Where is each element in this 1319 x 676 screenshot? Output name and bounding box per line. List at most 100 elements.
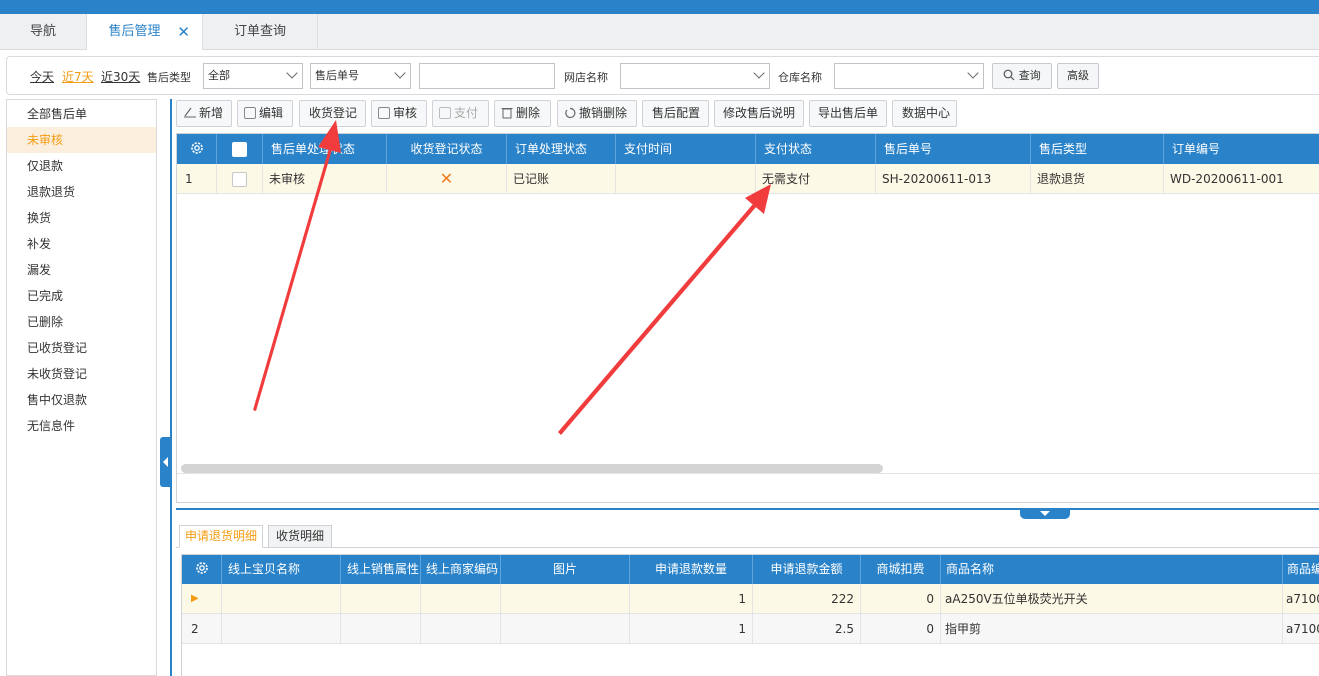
tab-return-detail[interactable]: 申请退货明细 — [179, 525, 263, 548]
shop-name-label: 网店名称 — [564, 71, 608, 84]
sidebar-item-not-received[interactable]: 未收货登记 — [7, 361, 156, 387]
pay-time-cell — [616, 164, 756, 194]
column-header[interactable]: 售后单处理状态 — [263, 134, 387, 164]
audit-button[interactable]: 审核 — [371, 100, 427, 127]
table-row[interactable]: 2 1 2.5 0 指甲剪 a7100 — [182, 614, 1319, 644]
image-cell — [501, 584, 630, 614]
edit-button[interactable]: 编辑 — [237, 100, 293, 127]
column-header[interactable]: 线上宝贝名称 — [222, 555, 341, 584]
sidebar-collapse-handle[interactable] — [160, 437, 171, 487]
filter-last30-link[interactable]: 近30天 — [101, 68, 140, 85]
row-index: 1 — [177, 164, 217, 194]
row-checkbox-cell[interactable] — [217, 164, 263, 194]
sidebar-item-unaudited[interactable]: 未审核 — [7, 127, 156, 153]
table-row[interactable]: 1 未审核 ✕ 已记账 无需支付 SH-20200611-013 退款退货 WD… — [177, 164, 1319, 194]
sidebar-item-all[interactable]: 全部售后单 — [7, 101, 156, 127]
column-header[interactable]: 商品编 — [1283, 555, 1319, 584]
settings-column[interactable] — [177, 134, 217, 164]
order-no-cell: WD-20200611-001 — [1164, 164, 1319, 194]
close-icon[interactable]: ✕ — [177, 14, 190, 50]
product-code-cell: a7100 — [1283, 584, 1319, 614]
gear-icon — [195, 562, 208, 574]
modify-note-button[interactable]: 修改售后说明 — [714, 100, 804, 127]
aftersale-type-select[interactable]: 全部 — [203, 63, 303, 89]
search-input[interactable] — [419, 63, 555, 89]
tab-receive-detail[interactable]: 收货明细 — [268, 525, 332, 548]
pay-status-cell: 无需支付 — [756, 164, 876, 194]
button-label: 编辑 — [259, 106, 284, 120]
page-tabs: 导航 售后管理 ✕ 订单查询 — [0, 14, 1319, 50]
tab-label: 售后管理 — [108, 24, 161, 39]
column-header[interactable]: 线上商家编码 — [421, 555, 501, 584]
row-checkbox[interactable] — [232, 172, 247, 187]
filter-today-link[interactable]: 今天 — [30, 68, 54, 85]
tab-navigation[interactable]: 导航 — [0, 14, 87, 50]
receive-register-button[interactable]: 收货登记 — [299, 100, 366, 127]
aftersale-config-button[interactable]: 售后配置 — [642, 100, 709, 127]
column-header[interactable]: 商城扣费 — [861, 555, 941, 584]
column-header[interactable]: 线上销售属性 — [341, 555, 421, 584]
filter-last7-link[interactable]: 近7天 — [62, 68, 94, 85]
column-header[interactable]: 商品名称 — [941, 555, 1283, 584]
undo-icon — [565, 107, 576, 119]
sidebar-item-exchange[interactable]: 换货 — [7, 205, 156, 231]
column-header[interactable]: 订单编号 — [1164, 134, 1319, 164]
panel-divider — [170, 99, 172, 676]
image-cell — [501, 614, 630, 644]
cell — [222, 584, 341, 614]
chevron-down-icon — [394, 67, 406, 79]
aftersale-table: 售后单处理状态 收货登记状态 订单处理状态 支付时间 支付状态 售后单号 售后类… — [176, 133, 1319, 503]
table-header: 线上宝贝名称 线上销售属性 线上商家编码 图片 申请退款数量 申请退款金额 商城… — [182, 555, 1319, 584]
product-code-cell: a7100 — [1283, 614, 1319, 644]
column-header[interactable]: 图片 — [501, 555, 630, 584]
button-label: 删除 — [516, 106, 541, 120]
delete-button[interactable]: 删除 — [494, 100, 551, 127]
button-label: 撤销删除 — [579, 106, 628, 120]
sidebar-item-no-info[interactable]: 无信息件 — [7, 413, 156, 439]
column-header[interactable]: 收货登记状态 — [387, 134, 507, 164]
edit-icon — [244, 107, 256, 119]
select-all-checkbox[interactable] — [232, 142, 247, 157]
sidebar-item-presale-refund[interactable]: 售中仅退款 — [7, 387, 156, 413]
export-button[interactable]: 导出售后单 — [809, 100, 887, 127]
settings-column[interactable] — [182, 555, 222, 584]
column-header[interactable]: 申请退款金额 — [753, 555, 861, 584]
tab-aftersale-management[interactable]: 售后管理 ✕ — [87, 14, 203, 50]
table-header: 售后单处理状态 收货登记状态 订单处理状态 支付时间 支付状态 售后单号 售后类… — [177, 134, 1319, 164]
sidebar-item-refund-only[interactable]: 仅退款 — [7, 153, 156, 179]
query-button[interactable]: 查询 — [992, 63, 1052, 89]
collapse-down-button[interactable] — [1020, 510, 1070, 519]
product-name-cell: aA250V五位单极荧光开关 — [941, 584, 1283, 614]
button-label: 审核 — [393, 106, 418, 120]
undo-delete-button[interactable]: 撤销删除 — [557, 100, 637, 127]
sidebar-item-reissue[interactable]: 补发 — [7, 231, 156, 257]
advanced-button[interactable]: 高级 — [1057, 63, 1099, 89]
return-detail-table: 线上宝贝名称 线上销售属性 线上商家编码 图片 申请退款数量 申请退款金额 商城… — [181, 554, 1319, 676]
tab-order-query[interactable]: 订单查询 — [203, 14, 318, 50]
sidebar-item-refund-return[interactable]: 退款退货 — [7, 179, 156, 205]
sidebar-item-received[interactable]: 已收货登记 — [7, 335, 156, 361]
sidebar-item-missing[interactable]: 漏发 — [7, 257, 156, 283]
data-center-button[interactable]: 数据中心 — [892, 100, 957, 127]
panel-splitter[interactable] — [176, 508, 1319, 510]
column-header[interactable]: 申请退款数量 — [630, 555, 753, 584]
fee-cell: 0 — [861, 584, 941, 614]
column-header[interactable]: 售后单号 — [876, 134, 1031, 164]
column-header[interactable]: 售后类型 — [1031, 134, 1164, 164]
sidebar-item-deleted[interactable]: 已删除 — [7, 309, 156, 335]
add-button[interactable]: 新增 — [176, 100, 232, 127]
warehouse-name-select[interactable] — [834, 63, 984, 89]
table-row[interactable]: ▶ 1 222 0 aA250V五位单极荧光开关 a7100 — [182, 584, 1319, 614]
search-field-select[interactable]: 售后单号 — [310, 63, 411, 89]
current-row-indicator: ▶ — [182, 584, 222, 614]
column-header[interactable]: 支付状态 — [756, 134, 876, 164]
horizontal-scrollbar[interactable] — [181, 464, 883, 473]
tab-label: 导航 — [29, 24, 56, 39]
column-header[interactable]: 支付时间 — [616, 134, 756, 164]
pay-button[interactable]: 支付 — [432, 100, 489, 127]
column-header[interactable]: 订单处理状态 — [507, 134, 616, 164]
sidebar-item-completed[interactable]: 已完成 — [7, 283, 156, 309]
shop-name-select[interactable] — [620, 63, 770, 89]
row-index: 2 — [182, 614, 222, 644]
select-all-column[interactable] — [217, 134, 263, 164]
